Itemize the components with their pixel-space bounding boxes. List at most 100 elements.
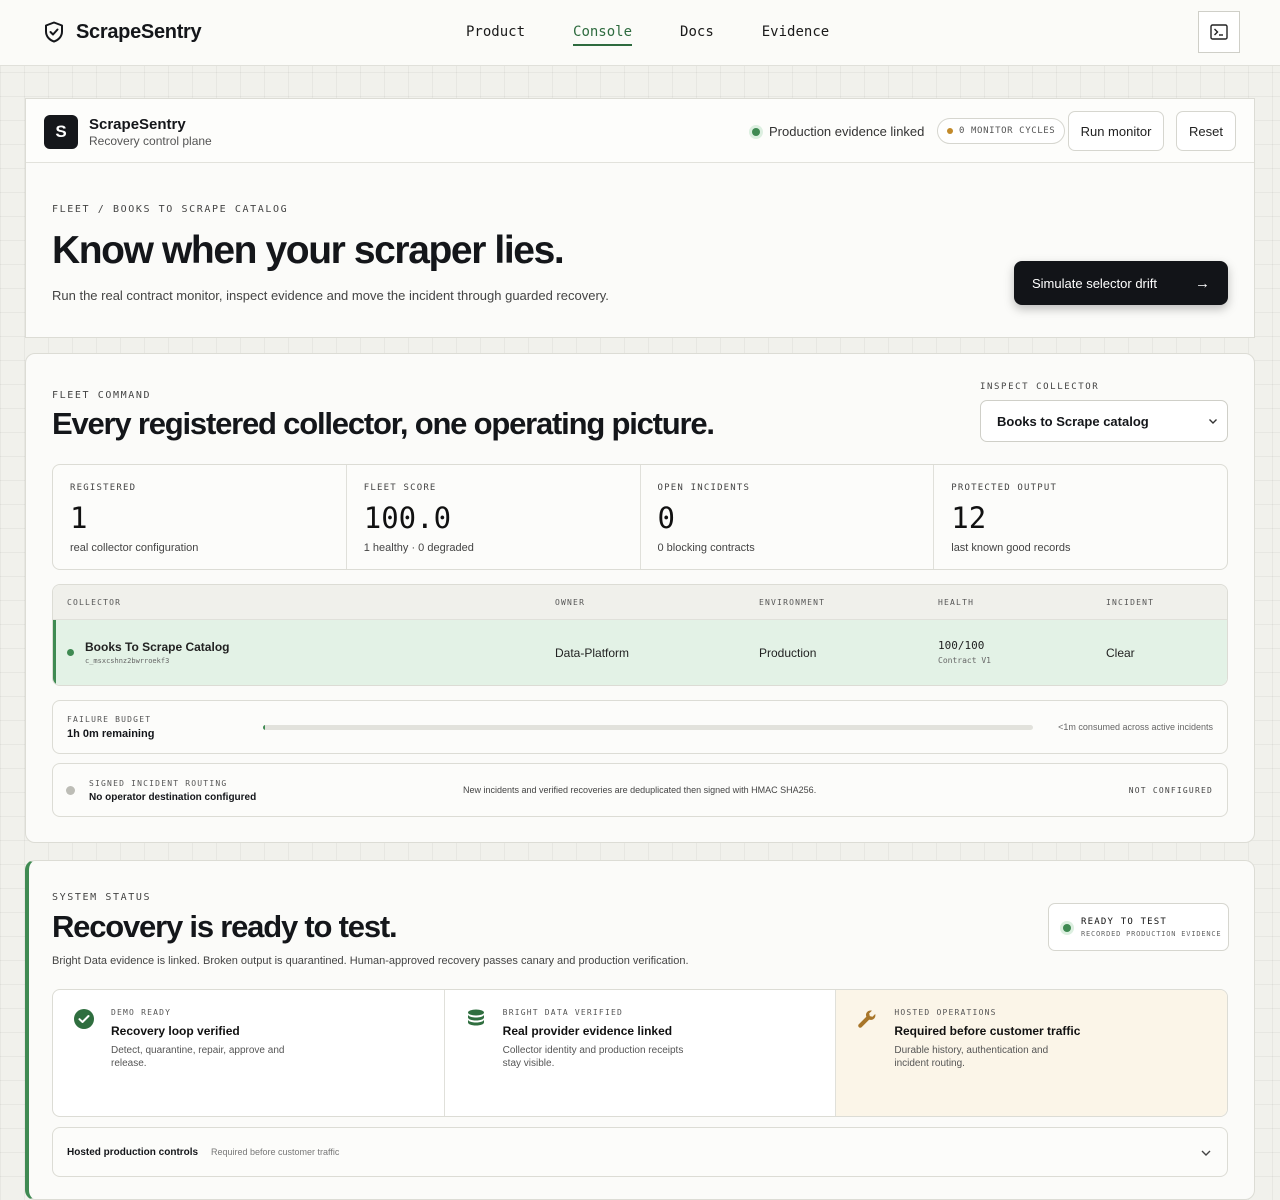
terminal-icon (1210, 24, 1228, 40)
app-logo: S (44, 115, 78, 149)
inspect-collector-label: INSPECT COLLECTOR (980, 382, 1100, 392)
stat-note: 0 blocking contracts (657, 542, 755, 554)
routing-description: New incidents and verified recoveries ar… (463, 785, 817, 795)
nav-link-evidence[interactable]: Evidence (762, 24, 829, 46)
card-title: Recovery loop verified (111, 1024, 240, 1038)
col-owner[interactable]: OWNER (555, 598, 585, 607)
app-subtitle: Recovery control plane (89, 134, 212, 148)
col-incident[interactable]: INCIDENT (1106, 598, 1154, 607)
shield-check-icon (45, 21, 63, 43)
terminal-button[interactable] (1198, 11, 1240, 53)
budget-progress-track (263, 725, 1033, 730)
collector-select-value: Books to Scrape catalog (997, 413, 1149, 429)
budget-label: FAILURE BUDGET (67, 715, 152, 724)
budget-value: 1h 0m remaining (67, 728, 155, 740)
stat-value: 1 (70, 501, 88, 535)
fleet-panel: FLEET COMMAND Every registered collector… (25, 353, 1255, 843)
arrow-right-icon: → (1195, 274, 1210, 292)
stat-fleet-score: FLEET SCORE 100.0 1 healthy · 0 degraded (347, 465, 641, 569)
app-header: S ScrapeSentry Recovery control plane Pr… (26, 99, 1254, 163)
collectors-table: COLLECTOR OWNER ENVIRONMENT HEALTH INCID… (52, 584, 1228, 686)
hosted-controls-disclosure[interactable]: Hosted production controls Required befo… (52, 1127, 1228, 1177)
card-title: Real provider evidence linked (502, 1024, 673, 1038)
budget-note: <1m consumed across active incidents (1058, 722, 1213, 732)
card-bright-data: BRIGHT DATA VERIFIED Real provider evide… (445, 990, 837, 1116)
stat-note: 1 healthy · 0 degraded (363, 542, 474, 554)
card-eyebrow: DEMO READY (111, 1008, 172, 1017)
stat-label: FLEET SCORE (363, 483, 437, 493)
hero-panel: S ScrapeSentry Recovery control plane Pr… (25, 98, 1255, 338)
routing-status-dot-icon (66, 786, 75, 795)
nav-links: Product Console Docs Evidence (466, 24, 829, 46)
stat-label: OPEN INCIDENTS (657, 483, 751, 493)
stat-open-incidents: OPEN INCIDENTS 0 0 blocking contracts (641, 465, 935, 569)
nav-link-docs[interactable]: Docs (680, 24, 714, 46)
evidence-status: Production evidence linked (752, 124, 924, 139)
collector-contract: Contract V1 (938, 656, 991, 665)
status-title: Recovery is ready to test. (52, 909, 398, 944)
card-hosted-operations: HOSTED OPERATIONS Required before custom… (836, 990, 1227, 1116)
reset-button[interactable]: Reset (1176, 111, 1236, 151)
monitor-cycles-badge: 0 MONITOR CYCLES (937, 118, 1066, 144)
health-dot-icon (67, 649, 74, 656)
budget-progress-fill (263, 725, 266, 730)
database-icon (467, 1009, 484, 1026)
status-dot-icon (752, 127, 760, 136)
stat-value: 12 (951, 501, 987, 535)
status-description: Bright Data evidence is linked. Broken o… (52, 955, 689, 967)
run-monitor-button[interactable]: Run monitor (1068, 111, 1164, 151)
status-eyebrow: SYSTEM STATUS (52, 892, 152, 903)
collector-incident: Clear (1106, 646, 1135, 660)
card-eyebrow: HOSTED OPERATIONS (894, 1008, 997, 1017)
card-eyebrow: BRIGHT DATA VERIFIED (502, 1008, 623, 1017)
page-title: Know when your scraper lies. (52, 229, 565, 272)
monitor-cycles-label: 0 MONITOR CYCLES (959, 126, 1056, 136)
ready-dot-icon (1063, 924, 1071, 932)
simulate-drift-label: Simulate selector drift (1032, 275, 1157, 291)
card-description: Detect, quarantine, repair, approve and … (111, 1045, 285, 1069)
col-environment[interactable]: ENVIRONMENT (759, 598, 825, 607)
fleet-eyebrow: FLEET COMMAND (52, 390, 152, 401)
card-demo-ready: DEMO READY Recovery loop verified Detect… (53, 990, 445, 1116)
status-cards: DEMO READY Recovery loop verified Detect… (52, 989, 1228, 1117)
collector-select[interactable]: Books to Scrape catalog (980, 400, 1228, 442)
stat-label: REGISTERED (70, 483, 137, 493)
top-navbar: ScrapeSentry Product Console Docs Eviden… (0, 0, 1280, 66)
simulate-drift-button[interactable]: Simulate selector drift → (1014, 261, 1228, 305)
ready-title: READY TO TEST (1081, 917, 1168, 927)
nav-link-product[interactable]: Product (466, 24, 525, 46)
hosted-controls-title: Hosted production controls (67, 1147, 199, 1158)
stat-note: real collector configuration (70, 542, 199, 554)
stat-registered: REGISTERED 1 real collector configuratio… (53, 465, 347, 569)
table-row[interactable]: Books To Scrape Catalog c_msxcshnz2bwrro… (53, 620, 1227, 685)
routing-label: SIGNED INCIDENT ROUTING (89, 779, 228, 788)
collector-id: c_msxcshnz2bwrroekf3 (85, 657, 170, 665)
system-status-panel: SYSTEM STATUS Recovery is ready to test.… (25, 860, 1255, 1200)
card-description: Collector identity and production receip… (502, 1045, 684, 1069)
cycles-dot-icon (947, 128, 953, 134)
ready-status-badge: READY TO TEST RECORDED PRODUCTION EVIDEN… (1048, 903, 1229, 951)
routing-status: NOT CONFIGURED (1128, 786, 1213, 795)
chevron-down-icon (1209, 419, 1217, 424)
fleet-stats: REGISTERED 1 real collector configuratio… (52, 464, 1228, 570)
collector-name[interactable]: Books To Scrape Catalog (85, 640, 229, 654)
stat-protected-output: PROTECTED OUTPUT 12 last known good reco… (934, 465, 1227, 569)
incident-routing: SIGNED INCIDENT ROUTING No operator dest… (52, 763, 1228, 817)
app-name: ScrapeSentry (89, 116, 186, 133)
stat-label: PROTECTED OUTPUT (951, 483, 1058, 493)
col-health[interactable]: HEALTH (938, 598, 974, 607)
brand-name: ScrapeSentry (76, 20, 202, 43)
nav-link-console[interactable]: Console (573, 24, 633, 46)
collector-health: 100/100 (938, 639, 985, 652)
stat-value: 0 (657, 501, 675, 535)
collector-environment: Production (759, 646, 817, 660)
fleet-title: Every registered collector, one operatin… (52, 406, 715, 441)
brand[interactable]: ScrapeSentry (42, 20, 202, 44)
routing-value: No operator destination configured (89, 792, 257, 803)
chevron-down-icon (1201, 1150, 1211, 1156)
breadcrumb: FLEET / BOOKS TO SCRAPE CATALOG (52, 204, 289, 215)
ready-subtitle: RECORDED PRODUCTION EVIDENCE (1081, 930, 1222, 938)
col-collector[interactable]: COLLECTOR (67, 598, 121, 607)
wrench-icon (858, 1010, 876, 1028)
stat-note: last known good records (951, 542, 1071, 554)
